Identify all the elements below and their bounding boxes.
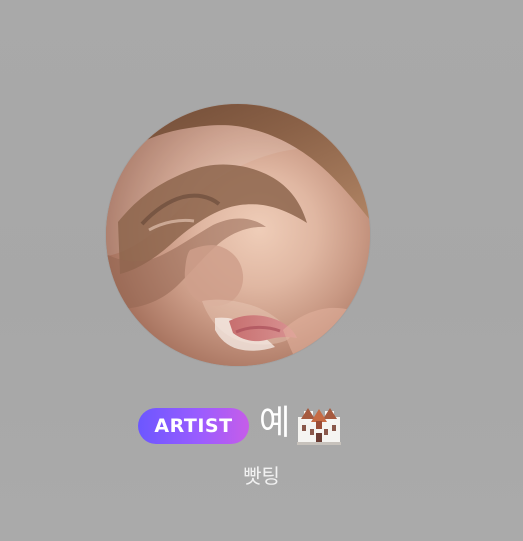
artist-name: 예	[259, 401, 344, 447]
artist-display-name: 예	[259, 403, 291, 443]
identity-row: ARTIST 예	[0, 402, 523, 448]
profile-screen: ARTIST 예 빳팅	[0, 0, 523, 541]
artist-badge: ARTIST	[138, 408, 249, 444]
avatar-photo	[106, 104, 370, 366]
avatar[interactable]	[106, 104, 370, 366]
profile-subtitle: 빳팅	[243, 464, 280, 488]
castle-icon	[294, 401, 344, 447]
